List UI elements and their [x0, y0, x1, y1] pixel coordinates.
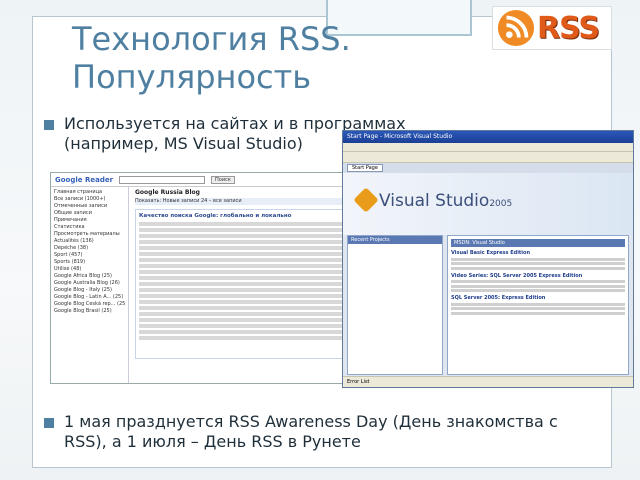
text-line	[139, 324, 371, 328]
text-line	[139, 288, 371, 292]
reader-blog-title: Google Russia Blog	[135, 189, 200, 196]
sidebar-item: Dépêche (38)	[54, 245, 89, 251]
title-line-1: Технология RSS.	[72, 20, 351, 58]
title-line-2: Популярность	[72, 58, 312, 96]
vs-tab-start-page: Start Page	[347, 164, 383, 172]
bullet-item: 1 мая празднуется RSS Awareness Day (Ден…	[44, 412, 604, 452]
sidebar-item: Sport (457)	[54, 252, 83, 258]
sidebar-item: Google Africa Blog (25)	[54, 273, 112, 279]
reader-search-button: Поиск	[211, 175, 235, 184]
text-line	[139, 312, 371, 316]
reader-article: Качество поиска Google: глобально и лока…	[135, 209, 375, 359]
visual-studio-screenshot: Start Page - Microsoft Visual Studio Sta…	[342, 130, 634, 388]
text-line	[451, 262, 625, 265]
vs-logo-icon	[353, 187, 379, 213]
text-line	[451, 302, 625, 306]
reader-sidebar: Главная страница Все записи (1000+) Отме…	[51, 187, 129, 383]
text-line	[139, 246, 371, 250]
sidebar-item: Google Blog - Latin A... (25)	[54, 294, 124, 300]
text-line	[139, 318, 371, 322]
text-line	[451, 266, 625, 270]
sidebar-item: Главная страница	[54, 189, 103, 195]
sidebar-item: Все записи (1000+)	[54, 196, 106, 202]
sidebar-item: Статистика	[54, 224, 85, 230]
sidebar-item: Google Blog - Italy (25)	[54, 287, 112, 293]
google-reader-screenshot: Google Reader Поиск Главная страница Все…	[50, 172, 380, 384]
reader-search-input	[119, 175, 206, 184]
text-line	[139, 306, 371, 310]
reader-toolbar: Показать: Новые записи 24 – все записи	[135, 198, 375, 205]
vs-tabbar: Start Page	[343, 163, 633, 173]
sidebar-item: Google Blog Brasil (25)	[54, 308, 112, 314]
text-line	[139, 336, 371, 340]
text-line	[139, 264, 371, 268]
sidebar-item: Отмеченные записи	[54, 203, 108, 209]
bullet-icon	[44, 120, 54, 130]
reader-topbar: Google Reader Поиск	[51, 173, 379, 187]
rss-logo: RSS	[492, 6, 612, 50]
vs-recent-projects-header: Recent Projects	[348, 236, 442, 244]
text-line	[139, 222, 371, 226]
vs-news-item: Visual Basic Express Edition	[451, 250, 531, 256]
rss-feed-icon	[497, 9, 535, 47]
vs-statusbar: Error List	[343, 376, 633, 387]
sidebar-item: Примечания	[54, 217, 87, 223]
vs-titlebar: Start Page - Microsoft Visual Studio	[343, 131, 633, 143]
vs-recent-projects: Recent Projects	[347, 235, 443, 375]
vs-product-name: Visual Studio2005	[379, 191, 512, 211]
text-line	[139, 234, 371, 238]
text-line	[139, 270, 371, 274]
vs-news-item: Video Series: SQL Server 2005 Express Ed…	[451, 272, 583, 279]
reader-logo: Google Reader	[55, 175, 114, 184]
sidebar-item: Utilisé (48)	[54, 266, 82, 272]
text-line	[451, 280, 625, 283]
vs-msdn-news: MSDN: Visual Studio Visual Basic Express…	[447, 235, 629, 375]
sidebar-item: Просмотреть материалы	[54, 231, 120, 237]
text-line	[139, 294, 371, 298]
text-line	[451, 311, 625, 315]
text-line	[139, 252, 371, 256]
sidebar-item: Google Blog Česká rep... (25)	[54, 301, 125, 307]
vs-banner: Visual Studio2005	[343, 173, 633, 235]
text-line	[451, 257, 625, 261]
vs-news-item: SQL Server 2005: Express Edition	[451, 295, 546, 301]
vs-panes: Recent Projects MSDN: Visual Studio Visu…	[347, 235, 629, 375]
sidebar-item: Sports (819)	[54, 259, 86, 265]
bullet-text: 1 мая празднуется RSS Awareness Day (Ден…	[64, 412, 558, 451]
rss-logo-text: RSS	[537, 10, 600, 46]
sidebar-item: Actualités (136)	[54, 238, 94, 244]
text-line	[139, 258, 371, 262]
text-line	[139, 276, 371, 280]
text-line	[139, 240, 371, 244]
bullet-icon	[44, 418, 54, 428]
sidebar-item: Google Australia Blog (26)	[54, 280, 120, 286]
text-line	[451, 289, 625, 292]
text-line	[451, 284, 625, 288]
reader-article-title: Качество поиска Google: глобально и лока…	[139, 213, 292, 219]
vs-product-label: Visual Studio	[379, 191, 490, 211]
text-line	[451, 307, 625, 310]
vs-menubar	[343, 143, 633, 152]
text-line	[139, 300, 371, 304]
sidebar-item: Общие записи	[54, 210, 92, 216]
text-line	[139, 330, 371, 334]
text-line	[139, 228, 371, 232]
text-line	[139, 282, 371, 286]
vs-msdn-news-header: MSDN: Visual Studio	[451, 239, 625, 247]
vs-product-year: 2005	[489, 199, 513, 209]
slide-title: Технология RSS. Популярность	[72, 20, 472, 96]
vs-toolbar	[343, 152, 633, 163]
